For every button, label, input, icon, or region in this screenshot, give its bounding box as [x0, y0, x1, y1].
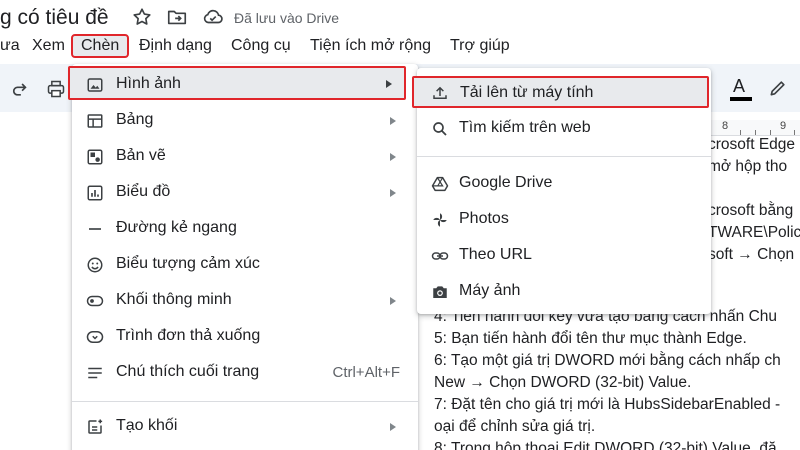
doc-line: crosoft bằng	[708, 202, 794, 219]
redo-icon[interactable]	[10, 79, 30, 99]
star-icon[interactable]	[131, 6, 153, 28]
menu-item-smart-chips[interactable]: Khối thông minh	[72, 284, 418, 318]
menu-item-table[interactable]: Bảng	[72, 104, 418, 138]
emoji-icon	[87, 257, 103, 273]
doc-line: New → Chọn DWORD (32-bit) Value.	[434, 374, 692, 391]
ruler-label: 8	[722, 120, 729, 132]
submenu-item-label: Theo URL	[459, 246, 532, 263]
menu-item-label: Khối thông minh	[116, 291, 232, 308]
menu-insert[interactable]: Chèn	[71, 34, 130, 58]
doc-line: oại để chỉnh sửa giá trị.	[434, 418, 596, 435]
footnote-icon	[88, 367, 102, 379]
menu-item-emoji[interactable]: Biểu tượng cảm xúc	[72, 248, 418, 282]
menu-format[interactable]: Định dạng	[139, 36, 212, 58]
menu-item-shortcut: Ctrl+Alt+F	[332, 364, 400, 381]
submenu-item-search-web[interactable]: Tìm kiếm trên web	[417, 112, 711, 146]
menu-help[interactable]: Trợ giúp	[450, 36, 510, 58]
document-title[interactable]: g có tiêu đề	[0, 6, 109, 30]
smart-chips-icon	[86, 295, 104, 307]
submenu-item-by-url[interactable]: Theo URL	[417, 239, 711, 273]
menu-item-label: Bảng	[116, 111, 154, 128]
cloud-saved-icon[interactable]	[202, 6, 224, 28]
text-color-swatch	[730, 97, 752, 101]
upload-icon	[433, 86, 447, 99]
doc-line: soft → Chọn	[708, 246, 795, 263]
text-color-button[interactable]: A	[730, 75, 752, 103]
table-icon	[87, 114, 103, 128]
menu-item-label: Trình đơn thả xuống	[116, 327, 261, 344]
submenu-divider	[417, 156, 711, 157]
doc-line: 7: Đặt tên cho giá trị mới là HubsSideba…	[434, 396, 781, 413]
menu-edit[interactable]: ưa	[0, 36, 20, 58]
chart-icon	[87, 185, 103, 201]
print-icon[interactable]	[46, 79, 66, 99]
menu-item-image[interactable]: Hình ảnh	[68, 66, 406, 100]
menu-divider	[72, 401, 418, 402]
dropdown-icon	[86, 331, 104, 343]
horizontal-line-icon	[89, 228, 101, 230]
text-color-icon: A	[733, 76, 746, 96]
doc-line: 6: Tạo một giá trị DWORD mới bằng cách n…	[434, 352, 781, 369]
submenu-arrow-icon	[390, 423, 396, 431]
save-status: Đã lưu vào Drive	[234, 10, 340, 26]
submenu-item-google-drive[interactable]: Google Drive	[417, 167, 711, 201]
google-drive-icon	[431, 176, 449, 192]
menu-item-label: Tạo khối	[116, 417, 178, 434]
submenu-item-upload-from-computer[interactable]: Tải lên từ máy tính	[412, 76, 709, 108]
menu-item-label: Bản vẽ	[116, 147, 166, 164]
menu-bar: ưa Xem Chèn Định dạng Công cụ Tiện ích m…	[0, 34, 800, 58]
photos-pinwheel-icon	[433, 213, 447, 227]
camera-icon	[433, 286, 447, 298]
menu-item-dropdown[interactable]: Trình đơn thả xuống	[72, 320, 418, 354]
ruler-label: 9	[780, 120, 787, 132]
menu-item-label: Biểu đồ	[116, 183, 171, 200]
doc-line: 5: Bạn tiến hành đổi tên thư mục thành E…	[434, 330, 747, 347]
submenu-item-label: Tìm kiếm trên web	[459, 119, 591, 136]
menu-item-label: Biểu tượng cảm xúc	[116, 255, 260, 272]
drawing-icon	[87, 149, 103, 165]
submenu-arrow-icon	[386, 80, 392, 88]
menu-item-horizontal-line[interactable]: Đường kẻ ngang	[72, 212, 418, 246]
submenu-item-label: Tải lên từ máy tính	[460, 84, 594, 101]
submenu-arrow-icon	[390, 117, 396, 125]
move-to-folder-icon[interactable]	[166, 6, 188, 28]
menu-item-label: Hình ảnh	[116, 75, 181, 92]
doc-line: TWARE\Polic	[708, 224, 800, 241]
submenu-item-label: Máy ảnh	[459, 282, 521, 299]
highlight-pen-icon[interactable]	[768, 78, 788, 98]
submenu-item-label: Google Drive	[459, 174, 553, 191]
menu-item-chart[interactable]: Biểu đồ	[72, 176, 418, 210]
menu-tools[interactable]: Công cụ	[231, 36, 291, 58]
menu-extensions[interactable]: Tiện ích mở rộng	[310, 36, 431, 58]
submenu-arrow-icon	[390, 189, 396, 197]
doc-line: mở hộp tho	[708, 158, 788, 175]
building-blocks-icon	[88, 419, 103, 434]
insert-menu: Hình ảnh Bảng Bản vẽ Biểu đồ Đường kẻ ng	[68, 64, 418, 450]
image-icon	[87, 78, 103, 92]
menu-item-building-blocks[interactable]: Tạo khối	[72, 410, 418, 444]
doc-line: 8: Trong hộp thoại Edit DWORD (32-bit) V…	[434, 440, 777, 450]
menu-item-footnote[interactable]: Chú thích cuối trang Ctrl+Alt+F	[72, 356, 418, 390]
submenu-arrow-icon	[390, 297, 396, 305]
link-icon	[431, 252, 449, 260]
search-icon	[433, 122, 447, 136]
submenu-item-camera[interactable]: Máy ảnh	[417, 275, 711, 309]
submenu-item-photos[interactable]: Photos	[417, 203, 711, 237]
image-submenu: Tải lên từ máy tính Tìm kiếm trên web Go…	[412, 68, 711, 314]
menu-item-drawing[interactable]: Bản vẽ	[72, 140, 418, 174]
menu-item-label: Chú thích cuối trang	[116, 363, 260, 380]
menu-view[interactable]: Xem	[32, 36, 65, 58]
title-bar: g có tiêu đề Đã lưu vào Drive	[0, 0, 800, 34]
doc-line: crosoft Edge	[708, 136, 796, 153]
submenu-item-label: Photos	[459, 210, 509, 227]
submenu-arrow-icon	[390, 153, 396, 161]
menu-item-label: Đường kẻ ngang	[116, 219, 237, 236]
